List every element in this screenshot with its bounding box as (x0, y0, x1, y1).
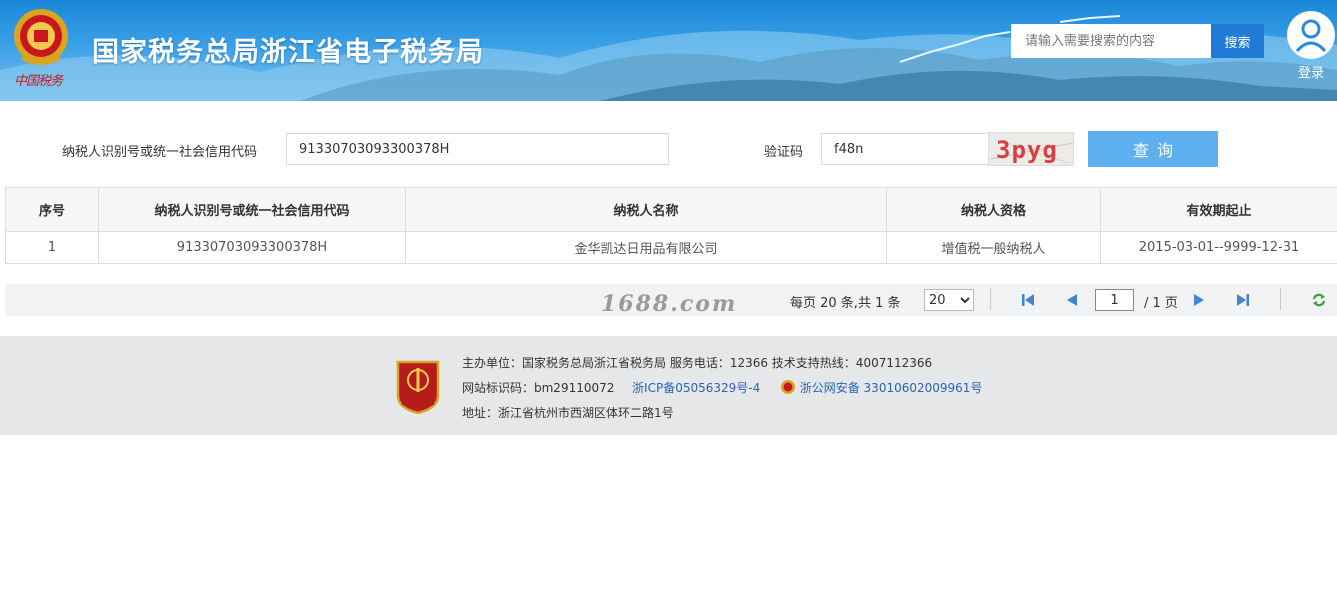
search-button[interactable]: 搜索 (1211, 24, 1264, 58)
party-government-badge-icon[interactable] (394, 358, 442, 414)
site-header: 中国税务 国家税务总局浙江省电子税务局 搜索 登录 (0, 0, 1337, 101)
captcha-text: 3pyg (996, 136, 1058, 164)
column-header-qualification: 纳税人资格 (886, 187, 1101, 232)
footer-host-info: 主办单位：国家税务总局浙江省税务局 服务电话：12366 技术支持热线：4007… (462, 356, 933, 370)
captcha-image[interactable]: 3pyg (988, 132, 1074, 166)
query-button[interactable]: 查询 (1088, 131, 1218, 167)
first-page-icon[interactable] (1020, 292, 1036, 308)
search-input[interactable] (1011, 24, 1211, 58)
site-footer: 主办单位：国家税务总局浙江省税务局 服务电话：12366 技术支持热线：4007… (0, 336, 1337, 435)
taxpayer-id-label: 纳税人识别号或统一社会信用代码 (62, 145, 258, 160)
table-header-row: 序号 纳税人识别号或统一社会信用代码 纳税人名称 纳税人资格 有效期起止 (5, 187, 1337, 232)
refresh-icon[interactable] (1311, 292, 1327, 308)
previous-page-icon[interactable] (1064, 292, 1080, 308)
tax-emblem-icon (14, 9, 68, 65)
column-header-validity: 有效期起止 (1100, 187, 1337, 232)
site-id-code: 网站标识码：bm29110072 (462, 381, 615, 395)
footer-site-info: 网站标识码：bm29110072 浙ICP备05056329号-4 浙公网安备 … (462, 379, 982, 396)
taxpayer-id-input[interactable] (286, 133, 669, 165)
pager-divider (1280, 288, 1281, 310)
per-page-summary: 每页 20 条,共 1 条 (790, 296, 901, 311)
column-header-taxpayer-name: 纳税人名称 (405, 187, 887, 232)
site-title: 国家税务总局浙江省电子税务局 (92, 37, 484, 68)
police-badge-icon (780, 380, 795, 394)
cell-taxpayer-id: 91330703093300378H (98, 231, 406, 264)
page-size-select[interactable]: 20 (924, 289, 974, 311)
next-page-icon[interactable] (1191, 292, 1207, 308)
login-label: 登录 (1297, 66, 1324, 81)
captcha-label: 验证码 (764, 145, 804, 160)
column-header-taxpayer-id: 纳税人识别号或统一社会信用代码 (98, 187, 406, 232)
cell-index: 1 (5, 231, 99, 264)
footer-address: 地址：浙江省杭州市西湖区体环二路1号 (462, 406, 674, 420)
pager-divider (990, 288, 991, 310)
total-pages: / 1 页 (1144, 296, 1178, 311)
last-page-icon[interactable] (1235, 292, 1251, 308)
captcha-input[interactable] (821, 133, 989, 165)
pagination-bar: 1688.com 每页 20 条,共 1 条 20 / 1 页 (5, 284, 1337, 317)
results-table: 序号 纳税人识别号或统一社会信用代码 纳税人名称 纳税人资格 有效期起止 1 9… (5, 187, 1337, 264)
police-record-link[interactable]: 浙公网安备 33010602009961号 (800, 381, 983, 395)
table-row: 1 91330703093300378H 金华凯达日用品有限公司 增值税一般纳税… (5, 231, 1337, 264)
emblem-caption: 中国税务 (14, 74, 63, 89)
cell-validity: 2015-03-01--9999-12-31 (1100, 231, 1337, 264)
user-avatar-icon (1287, 11, 1335, 59)
watermark-logo: 1688.com (601, 291, 738, 317)
icp-link[interactable]: 浙ICP备05056329号-4 (632, 381, 760, 395)
current-page-input[interactable] (1095, 289, 1134, 311)
login-button[interactable]: 登录 (1287, 11, 1335, 81)
cell-taxpayer-name: 金华凯达日用品有限公司 (405, 231, 887, 264)
cell-qualification: 增值税一般纳税人 (886, 231, 1101, 264)
column-header-index: 序号 (5, 187, 99, 232)
